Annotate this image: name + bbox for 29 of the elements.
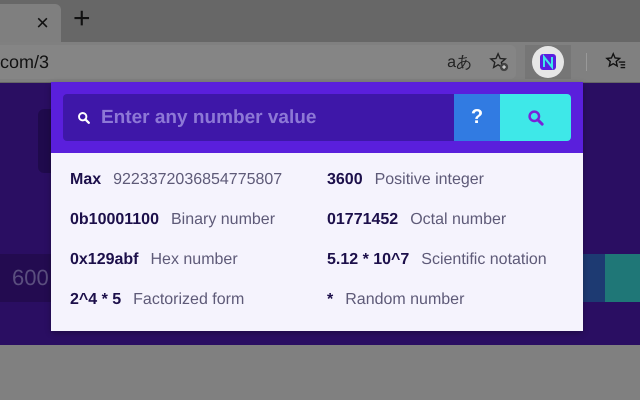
example-description: Factorized form: [133, 291, 244, 309]
address-bar[interactable]: com/3 aあ: [0, 45, 516, 79]
example-value[interactable]: Max: [70, 171, 102, 189]
example-value[interactable]: 01771452: [327, 211, 398, 229]
example-description: 9223372036854775807: [113, 171, 282, 189]
search-button[interactable]: [500, 94, 571, 141]
search-icon: [526, 108, 544, 126]
extension-logo-icon: [532, 46, 564, 78]
field-value: 600: [12, 265, 49, 291]
search-field[interactable]: Enter any number value: [63, 94, 454, 141]
example-value[interactable]: 0b10001100: [70, 211, 159, 229]
star-add-icon[interactable]: [488, 51, 510, 73]
example-description: Random number: [345, 291, 464, 309]
extension-button[interactable]: [525, 45, 571, 79]
example-description: Hex number: [150, 251, 238, 269]
example-description: Positive integer: [374, 171, 484, 189]
example-description: Octal number: [410, 211, 506, 229]
help-button[interactable]: ?: [454, 94, 500, 141]
example-value[interactable]: 0x129abf: [70, 251, 138, 269]
example-description: Binary number: [170, 211, 276, 229]
address-text: com/3: [0, 52, 50, 72]
browser-tab[interactable]: ×: [0, 4, 61, 42]
example-value[interactable]: 5.12 * 10^7: [327, 251, 410, 269]
translate-button[interactable]: aあ: [447, 52, 472, 72]
example-description: Scientific notation: [421, 251, 547, 269]
close-tab-button[interactable]: ×: [36, 10, 49, 36]
example-value[interactable]: 2^4 * 5: [70, 291, 122, 309]
example-value[interactable]: 3600: [327, 171, 363, 189]
example-value[interactable]: *: [327, 291, 334, 309]
